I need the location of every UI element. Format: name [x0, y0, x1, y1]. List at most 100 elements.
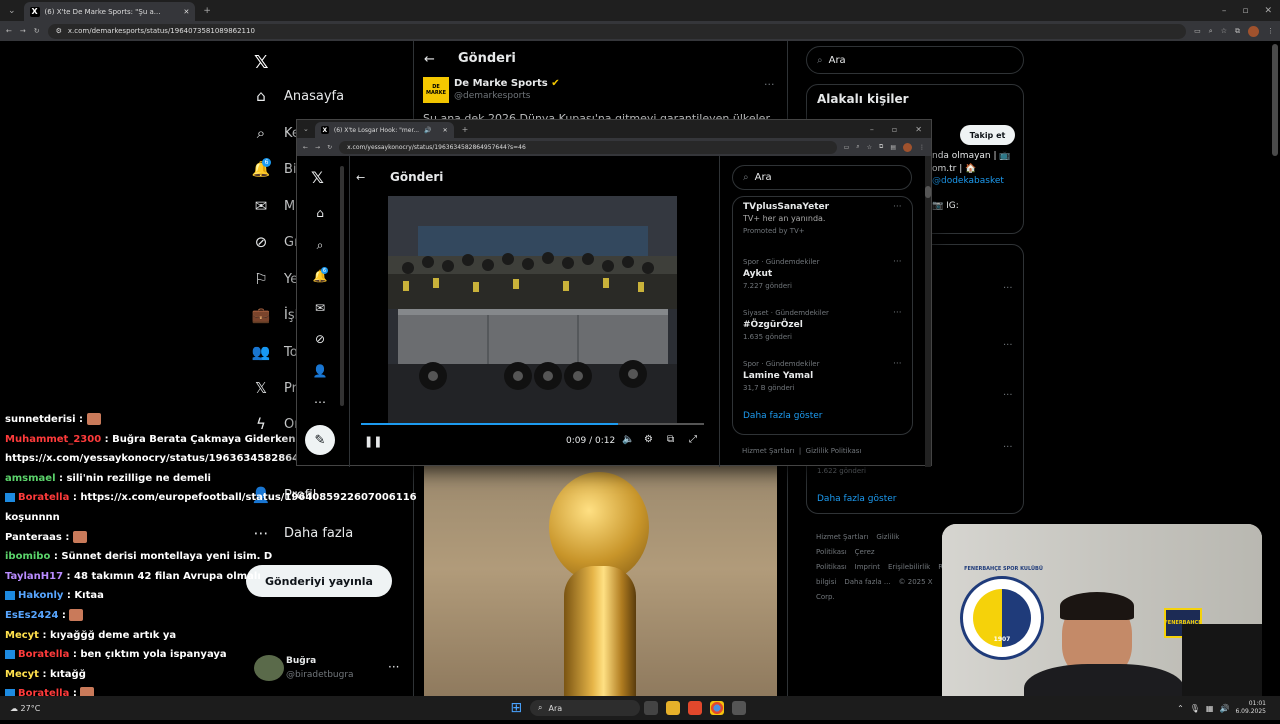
footer-link[interactable]: Hizmet Şartları: [816, 533, 868, 541]
popup-url-field[interactable]: x.com/yessaykonocry/status/1963634582864…: [339, 140, 837, 154]
popup-close-window-icon[interactable]: ✕: [915, 125, 922, 134]
chat-username[interactable]: Panteraas: [5, 532, 62, 543]
popup-trend-item[interactable]: TVplusSanaYeter TV+ her an yanında. Promot…: [743, 201, 908, 237]
popup-show-more-link[interactable]: Daha fazla göster: [743, 411, 822, 421]
bookmark-star-icon[interactable]: ☆: [1221, 27, 1227, 35]
post-image[interactable]: [424, 466, 777, 696]
popup-star-icon[interactable]: ☆: [867, 144, 872, 151]
minimize-icon[interactable]: –: [1222, 6, 1227, 16]
popup-grok-icon[interactable]: ⊘: [312, 332, 328, 346]
footer-link[interactable]: Erişilebilirlik: [888, 563, 930, 571]
clock[interactable]: 01:01 6.09.2025: [1235, 700, 1266, 716]
close-tab-icon[interactable]: ✕: [183, 8, 189, 16]
trend-more-icon-1[interactable]: ···: [1003, 283, 1013, 294]
back-arrow-icon[interactable]: ←: [424, 52, 435, 67]
popup-extensions-icon[interactable]: ⧉: [879, 143, 883, 151]
popup-close-tab-icon[interactable]: ✕: [443, 127, 448, 134]
popup-trend-more-icon[interactable]: ···: [893, 307, 902, 319]
profile-icon[interactable]: [1248, 25, 1259, 37]
popup-scrollbar[interactable]: [925, 156, 931, 467]
pause-icon[interactable]: ❚❚: [364, 435, 382, 448]
post-more-icon[interactable]: ···: [764, 78, 775, 91]
popup-back-icon[interactable]: ←: [303, 144, 308, 151]
trend-more-icon-2[interactable]: ···: [1003, 340, 1013, 351]
nav-item-0[interactable]: ⌂ Anasayfa: [252, 87, 344, 105]
x-logo-icon[interactable]: 𝕏: [254, 52, 269, 73]
fullscreen-icon[interactable]: ⤢: [689, 434, 697, 445]
settings-gear-icon[interactable]: ⚙: [644, 434, 653, 445]
zoom-icon[interactable]: ⌕: [1209, 27, 1213, 36]
chat-username[interactable]: Hakonly: [18, 590, 63, 601]
outer-url-field[interactable]: ⚙ x.com/demarkesports/status/19640735810…: [47, 23, 1187, 39]
popup-nav-scrollbar[interactable]: [340, 166, 344, 406]
network-icon[interactable]: ▦: [1206, 704, 1214, 713]
chat-username[interactable]: amsmael: [5, 473, 56, 484]
outer-show-more-link[interactable]: Daha fazla göster: [817, 494, 896, 504]
popup-cast-icon[interactable]: ▭: [844, 144, 850, 151]
popup-reload-icon[interactable]: ↻: [327, 144, 332, 151]
popup-zoom-icon[interactable]: ⌕: [856, 143, 859, 151]
popup-trend-item[interactable]: Spor · Gündemdekiler Aykut 7.227 gönderi ··…: [743, 256, 908, 292]
popup-more-icon[interactable]: ⋯: [312, 395, 328, 409]
popup-search-icon[interactable]: ⌕: [312, 238, 328, 253]
maximize-icon[interactable]: ▫: [1242, 6, 1248, 16]
footer-link[interactable]: Imprint: [855, 563, 880, 571]
trend-more-icon-4[interactable]: ···: [1003, 442, 1013, 453]
popup-maximize-icon[interactable]: ▫: [892, 125, 897, 134]
mic-icon[interactable]: 🎙: [1190, 704, 1200, 713]
author-avatar[interactable]: DE MARKE: [423, 77, 449, 103]
popup-tab-search-icon[interactable]: ⌄: [303, 125, 309, 133]
bio-link[interactable]: @dodekabasket: [932, 176, 1004, 186]
tab-audio-icon[interactable]: 🔊: [424, 127, 431, 134]
chat-username[interactable]: EsEs2424: [5, 610, 58, 621]
follow-button[interactable]: Takip et: [960, 125, 1015, 145]
popup-trend-item[interactable]: Siyaset · Gündemdekiler #ÖzgürÖzel 1.635 g…: [743, 307, 908, 343]
popup-new-tab-icon[interactable]: +: [462, 125, 469, 134]
popup-back-arrow-icon[interactable]: ←: [356, 171, 365, 184]
chrome-icon[interactable]: [710, 701, 725, 715]
trend-more-icon-3[interactable]: ···: [1003, 390, 1013, 401]
outer-search-input[interactable]: ⌕ Ara: [806, 46, 1024, 74]
chat-username[interactable]: sunnetderisi: [5, 414, 76, 425]
extensions-icon[interactable]: ⧉: [1235, 27, 1240, 36]
video-progress-track[interactable]: [361, 423, 704, 425]
footer-link[interactable]: Daha fazla ...: [844, 578, 890, 586]
reload-icon[interactable]: ↻: [34, 27, 40, 35]
new-tab-icon[interactable]: +: [203, 6, 211, 16]
chat-username[interactable]: Muhammet_2300: [5, 434, 101, 445]
tab-search-icon[interactable]: ⌄: [8, 6, 16, 16]
browser-menu-icon[interactable]: ⋮: [1267, 27, 1274, 35]
brave-icon[interactable]: [688, 701, 703, 715]
cast-icon[interactable]: ▭: [1194, 27, 1201, 35]
popup-profile-icon[interactable]: [903, 142, 912, 152]
author-name[interactable]: De Marke Sports ✔: [454, 78, 560, 89]
outer-scrollbar[interactable]: [1272, 44, 1278, 156]
outer-active-tab[interactable]: X (6) X'te De Marke Sports: "Şu a... ✕: [23, 2, 196, 21]
popup-trend-more-icon[interactable]: ···: [893, 201, 902, 213]
popup-x-logo-icon[interactable]: 𝕏: [311, 168, 324, 187]
obs-icon[interactable]: [732, 701, 747, 715]
pip-icon[interactable]: ⧉: [667, 434, 674, 445]
task-view-icon[interactable]: [644, 701, 659, 715]
popup-sidepanel-icon[interactable]: ▤: [890, 144, 896, 151]
popup-trend-more-icon[interactable]: ···: [893, 256, 902, 268]
file-explorer-icon[interactable]: [666, 701, 681, 715]
taskbar-search[interactable]: ⌕ Ara: [530, 700, 641, 716]
chat-username[interactable]: Mecyt: [5, 669, 39, 680]
popup-post-button[interactable]: ✎: [305, 425, 335, 455]
chat-username[interactable]: Mecyt: [5, 630, 39, 641]
back-icon[interactable]: ←: [6, 27, 12, 35]
popup-mail-icon[interactable]: ✉: [312, 301, 328, 315]
popup-forward-icon[interactable]: →: [315, 144, 320, 151]
video-player[interactable]: [388, 196, 677, 424]
volume-icon[interactable]: 🔈: [622, 434, 634, 445]
popup-trend-more-icon[interactable]: ···: [893, 358, 902, 370]
start-icon[interactable]: ⊞: [510, 700, 522, 716]
popup-search-input[interactable]: ⌕ Ara: [732, 165, 912, 190]
chat-username[interactable]: ibomibo: [5, 551, 50, 562]
chat-username[interactable]: TaylanH17: [5, 571, 63, 582]
tray-chevron-icon[interactable]: ⌃: [1177, 704, 1184, 713]
popup-home-icon[interactable]: ⌂: [312, 206, 328, 220]
weather-widget[interactable]: ☁ 27°C: [10, 704, 40, 713]
popup-trend-item[interactable]: Spor · Gündemdekiler Lamine Yamal 31,7 B g…: [743, 358, 908, 394]
